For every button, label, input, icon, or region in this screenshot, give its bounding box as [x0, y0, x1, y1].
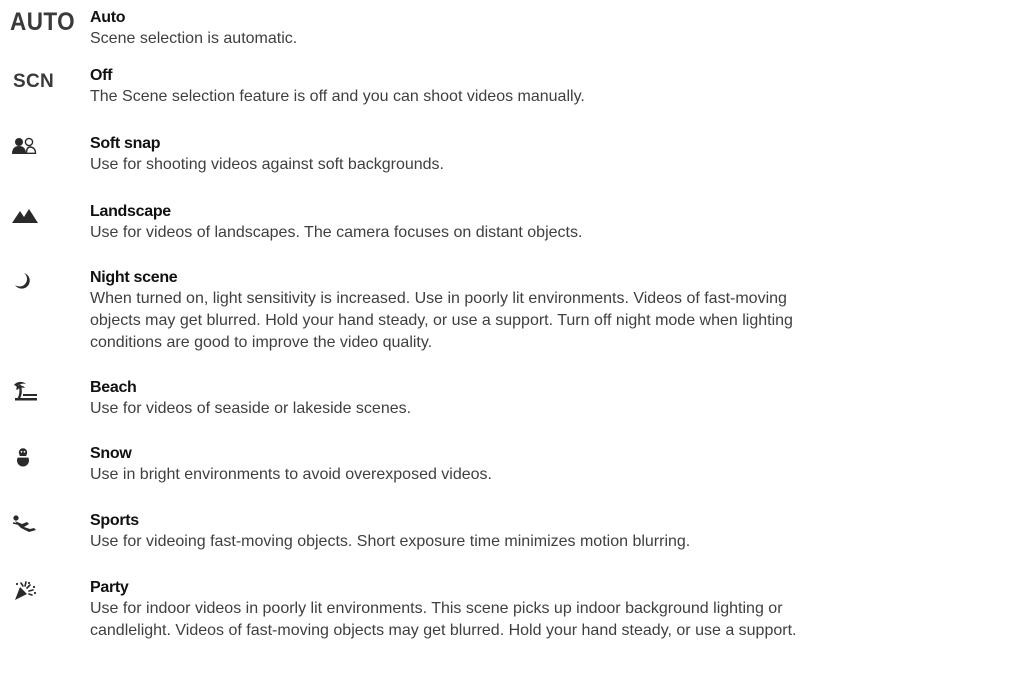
scene-text-party: Party Use for indoor videos in poorly li… — [90, 578, 1000, 642]
scene-description: Use in bright environments to avoid over… — [90, 464, 1000, 486]
description-line: Use for indoor videos in poorly lit envi… — [90, 600, 783, 617]
scene-description: Scene selection is automatic. — [90, 28, 1000, 50]
scene-description: Use for videos of seaside or lakeside sc… — [90, 398, 1000, 420]
scene-description: Use for videos of landscapes. The camera… — [90, 222, 1000, 244]
description-line: Use for videoing fast-moving objects. Sh… — [90, 533, 691, 550]
sports-icon — [12, 515, 82, 545]
scene-text-night-scene: Night scene When turned on, light sensit… — [90, 268, 1000, 354]
soft-snap-icon — [12, 137, 82, 167]
scene-text-soft-snap: Soft snap Use for shooting videos agains… — [90, 134, 1000, 176]
scene-text-snow: Snow Use in bright environments to avoid… — [90, 444, 1000, 486]
description-line: Use for videos of landscapes. The camera… — [90, 224, 583, 241]
description-line: candlelight. Videos of fast-moving objec… — [90, 622, 797, 639]
description-line: objects may get blurred. Hold your hand … — [90, 312, 793, 329]
scene-text-sports: Sports Use for videoing fast-moving obje… — [90, 511, 1000, 553]
scene-title: Off — [90, 67, 113, 84]
scene-text-off: Off The Scene selection feature is off a… — [90, 66, 1000, 108]
beach-icon — [12, 381, 82, 411]
snow-icon — [14, 447, 84, 477]
description-line: The Scene selection feature is off and y… — [90, 88, 585, 105]
scene-description: Use for videoing fast-moving objects. Sh… — [90, 531, 1000, 553]
night-scene-icon — [14, 272, 84, 302]
scene-title: Auto — [90, 9, 126, 26]
description-line: Use for shooting videos against soft bac… — [90, 156, 444, 173]
landscape-icon — [12, 207, 82, 237]
scene-title: Landscape — [90, 203, 171, 220]
scene-text-auto: Auto Scene selection is automatic. — [90, 8, 1000, 50]
scene-title: Night scene — [90, 269, 178, 286]
description-line: conditions are good to improve the video… — [90, 334, 433, 351]
scene-text-beach: Beach Use for videos of seaside or lakes… — [90, 378, 1000, 420]
scn-text-icon: SCN — [13, 71, 55, 92]
scene-description: When turned on, light sensitivity is inc… — [90, 288, 1000, 354]
auto-text-icon: AUTO — [10, 8, 76, 36]
scene-title: Sports — [90, 512, 139, 529]
description-line: Use for videos of seaside or lakeside sc… — [90, 400, 412, 417]
description-line: Scene selection is automatic. — [90, 30, 298, 47]
description-line: When turned on, light sensitivity is inc… — [90, 290, 787, 307]
description-line: Use in bright environments to avoid over… — [90, 466, 492, 483]
scene-title: Party — [90, 579, 129, 596]
scene-text-landscape: Landscape Use for videos of landscapes. … — [90, 202, 1000, 244]
scene-title: Snow — [90, 445, 132, 462]
party-icon — [12, 581, 82, 611]
scene-title: Beach — [90, 379, 137, 396]
scene-description: The Scene selection feature is off and y… — [90, 86, 1000, 108]
scene-description: Use for indoor videos in poorly lit envi… — [90, 598, 1000, 642]
scene-description: Use for shooting videos against soft bac… — [90, 154, 1000, 176]
scene-title: Soft snap — [90, 135, 161, 152]
